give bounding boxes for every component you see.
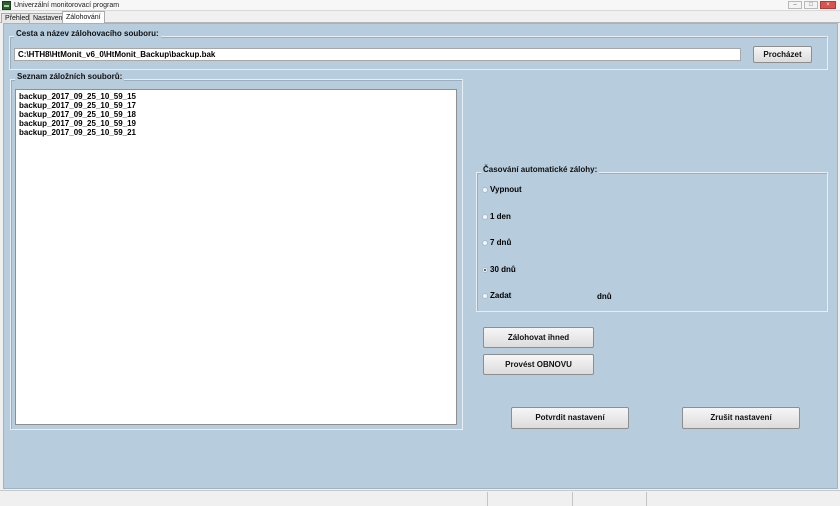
radio-button[interactable]	[482, 187, 488, 193]
app-icon	[2, 1, 11, 10]
status-divider	[487, 492, 488, 506]
list-item[interactable]: backup_2017_09_25_10_59_15	[19, 92, 453, 101]
radio-label: 1 den	[490, 212, 511, 221]
close-button[interactable]: ×	[820, 1, 836, 9]
minimize-button[interactable]: –	[788, 1, 802, 9]
maximize-button[interactable]: □	[804, 1, 818, 9]
radio-vypnout[interactable]: Vypnout	[482, 185, 522, 195]
confirm-settings-button[interactable]: Potvrdit nastavení	[511, 407, 629, 429]
restore-button[interactable]: Provést OBNOVU	[483, 354, 594, 375]
radio-30-dnu[interactable]: 30 dnů	[482, 265, 516, 275]
radio-zadat[interactable]: Zadat	[482, 291, 511, 301]
radio-label: Zadat	[490, 291, 512, 300]
list-item[interactable]: backup_2017_09_25_10_59_21	[19, 128, 453, 137]
radio-button[interactable]	[482, 240, 488, 246]
list-item[interactable]: backup_2017_09_25_10_59_17	[19, 101, 453, 110]
radio-1-den[interactable]: 1 den	[482, 212, 511, 222]
backup-path-input[interactable]: C:\HTH8\HtMonit_v6_0\HtMonit_Backup\back…	[14, 48, 741, 61]
tab-bar: Přehled Nastavení Zálohování	[0, 11, 840, 23]
schedule-group: Časování automatické zálohy: Vypnout 1 d…	[476, 165, 828, 312]
status-divider	[646, 492, 647, 506]
status-divider	[572, 492, 573, 506]
radio-7-dnu[interactable]: 7 dnů	[482, 238, 511, 248]
radio-label: 30 dnů	[490, 265, 516, 274]
backup-panel: Cesta a název zálohovacího souboru: C:\H…	[3, 23, 838, 489]
radio-button[interactable]	[482, 293, 488, 299]
cancel-settings-button[interactable]: Zrušit nastavení	[682, 407, 800, 429]
custom-days-unit: dnů	[597, 292, 612, 301]
radio-button[interactable]	[482, 214, 488, 220]
radio-label: Vypnout	[490, 185, 522, 194]
radio-label: 7 dnů	[490, 238, 512, 247]
backup-path-group-title: Cesta a název zálohovacího souboru:	[14, 29, 161, 38]
window-title: Univerzální monitorovací program	[14, 2, 120, 9]
title-bar: Univerzální monitorovací program – □ ×	[0, 0, 840, 11]
tab-zalohovani[interactable]: Zálohování	[62, 11, 105, 23]
status-bar	[0, 490, 840, 506]
list-item[interactable]: backup_2017_09_25_10_59_18	[19, 110, 453, 119]
backup-now-button[interactable]: Zálohovat ihned	[483, 327, 594, 348]
browse-button[interactable]: Procházet	[753, 46, 812, 63]
schedule-group-title: Časování automatické zálohy:	[481, 165, 600, 174]
backup-list-group-title: Seznam záložních souborů:	[15, 72, 125, 81]
window-controls: – □ ×	[788, 1, 836, 9]
list-item[interactable]: backup_2017_09_25_10_59_19	[19, 119, 453, 128]
radio-button-checked[interactable]	[482, 267, 488, 273]
backup-file-list[interactable]: backup_2017_09_25_10_59_15 backup_2017_0…	[15, 89, 457, 425]
